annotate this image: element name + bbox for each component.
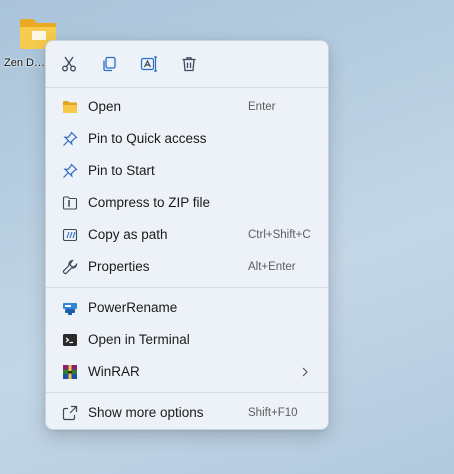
wrench-icon <box>62 259 78 275</box>
chevron-right-icon <box>302 367 308 377</box>
menu-item-shortcut: Shift+F10 <box>248 407 298 419</box>
path-icon <box>62 227 78 243</box>
folder-icon <box>62 99 78 115</box>
zip-icon <box>62 195 78 211</box>
cut-button[interactable] <box>55 51 83 77</box>
rename-icon <box>140 56 157 72</box>
menu-item-label: Copy as path <box>88 227 168 242</box>
menu-item-compress-zip[interactable]: Compress to ZIP file <box>50 188 324 218</box>
menu-item-label: Open in Terminal <box>88 332 190 347</box>
menu-item-pin-quick-access[interactable]: Pin to Quick access <box>50 124 324 154</box>
menu-item-label: PowerRename <box>88 300 178 315</box>
menu-item-label: Properties <box>88 259 150 274</box>
menu-item-winrar[interactable]: WinRAR <box>50 357 324 387</box>
expand-icon <box>62 405 78 421</box>
rename-button[interactable] <box>135 51 163 77</box>
separator <box>46 87 328 88</box>
menu-item-properties[interactable]: Properties Alt+Enter <box>50 252 324 282</box>
context-menu: Open Enter Pin to Quick access Pin to St… <box>45 40 329 430</box>
menu-item-label: Compress to ZIP file <box>88 195 211 210</box>
menu-item-label: WinRAR <box>88 364 140 379</box>
menu-item-show-more-options[interactable]: Show more options Shift+F10 <box>50 398 324 428</box>
separator <box>46 287 328 288</box>
terminal-icon <box>62 332 78 348</box>
winrar-icon <box>62 364 78 380</box>
menu-item-powerrename[interactable]: PowerRename <box>50 293 324 323</box>
copy-icon <box>103 56 116 72</box>
pin-icon <box>62 131 78 147</box>
menu-item-label: Pin to Quick access <box>88 131 207 146</box>
menu-item-label: Open <box>88 99 122 114</box>
menu-item-copy-as-path[interactable]: Copy as path Ctrl+Shift+C <box>50 220 324 250</box>
scissors-icon <box>62 56 76 72</box>
powerrename-icon <box>62 300 78 316</box>
pin-icon <box>62 163 78 179</box>
menu-item-label: Show more options <box>88 405 204 420</box>
separator <box>46 392 328 393</box>
delete-button[interactable] <box>175 51 203 77</box>
menu-item-shortcut: Enter <box>248 101 276 113</box>
quick-actions-bar <box>46 41 328 87</box>
copy-button[interactable] <box>95 51 123 77</box>
menu-item-shortcut: Alt+Enter <box>248 261 296 273</box>
menu-item-open-terminal[interactable]: Open in Terminal <box>50 325 324 355</box>
menu-item-shortcut: Ctrl+Shift+C <box>248 229 311 241</box>
trash-icon <box>182 57 196 72</box>
menu-item-label: Pin to Start <box>88 163 155 178</box>
menu-item-open[interactable]: Open Enter <box>50 92 324 122</box>
menu-item-pin-start[interactable]: Pin to Start <box>50 156 324 186</box>
